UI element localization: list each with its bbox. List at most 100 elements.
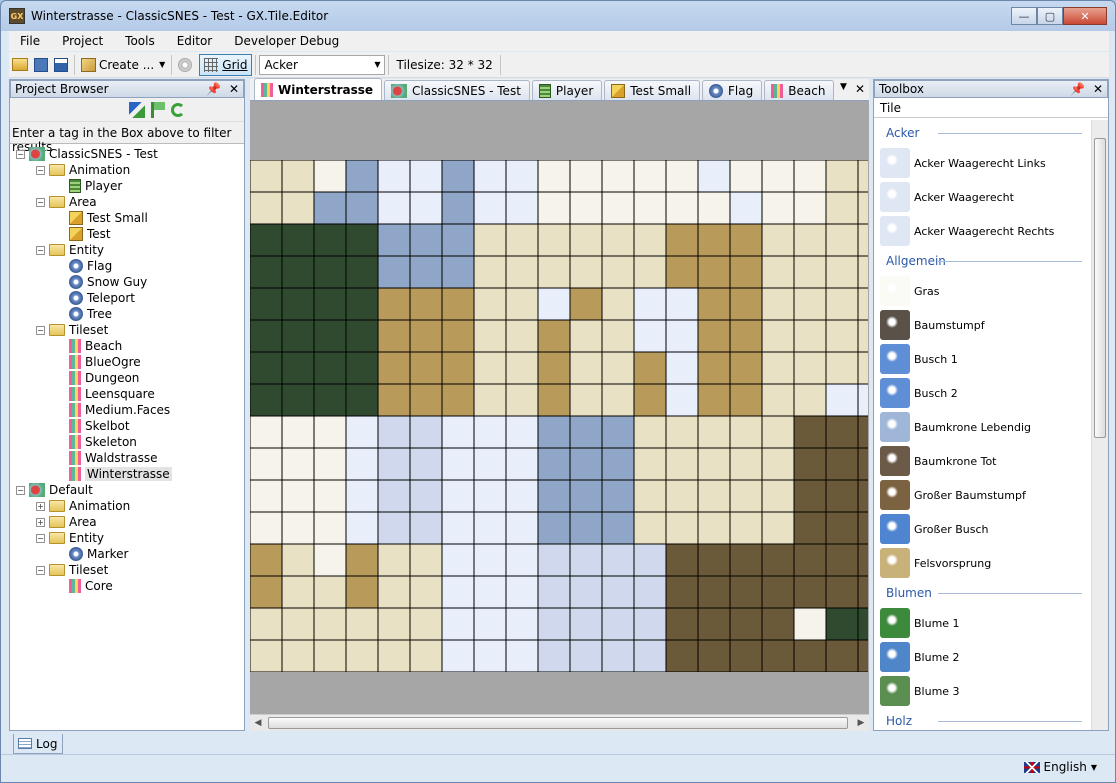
tile-cell[interactable]	[313, 160, 347, 193]
tile-cell[interactable]	[729, 383, 763, 417]
tile-cell[interactable]	[313, 255, 347, 289]
tile-cell[interactable]	[825, 255, 859, 289]
tree-item[interactable]: − Animation	[10, 162, 244, 178]
tree-item[interactable]: Dungeon	[10, 370, 244, 386]
tile-cell[interactable]	[537, 639, 571, 672]
tile-cell[interactable]	[537, 607, 571, 641]
tile-cell[interactable]	[537, 223, 571, 257]
tileset-grid[interactable]	[250, 160, 868, 672]
tile-cell[interactable]	[729, 575, 763, 609]
tree-item[interactable]: + Area	[10, 514, 244, 530]
tile-cell[interactable]	[409, 287, 443, 321]
scroll-left-icon[interactable]: ◀	[250, 718, 266, 728]
tile-cell[interactable]	[633, 383, 667, 417]
collapse-icon[interactable]: −	[36, 565, 45, 575]
tile-cell[interactable]	[377, 351, 411, 385]
tile-cell[interactable]	[441, 479, 475, 513]
tile-cell[interactable]	[633, 415, 667, 449]
tile-cell[interactable]	[729, 415, 763, 449]
tile-cell[interactable]	[409, 383, 443, 417]
tile-cell[interactable]	[569, 479, 603, 513]
tile-cell[interactable]	[345, 351, 379, 385]
tile-cell[interactable]	[761, 543, 795, 577]
tile-cell[interactable]	[537, 383, 571, 417]
tile-cell[interactable]	[377, 607, 411, 641]
tile-cell[interactable]	[377, 160, 411, 193]
tile-cell[interactable]	[665, 511, 699, 545]
tile-cell[interactable]	[537, 511, 571, 545]
editor-tab[interactable]: Player	[531, 80, 603, 100]
horizontal-scrollbar[interactable]: ◀ ▶	[250, 714, 869, 731]
tile-cell[interactable]	[697, 287, 731, 321]
tile-cell[interactable]	[313, 447, 347, 481]
refresh-icon[interactable]	[171, 102, 185, 117]
tile-cell[interactable]	[313, 383, 347, 417]
tile-cell[interactable]	[409, 319, 443, 353]
tile-cell[interactable]	[569, 160, 603, 193]
tile-cell[interactable]	[377, 639, 411, 672]
tile-cell[interactable]	[473, 383, 507, 417]
tile-cell[interactable]	[250, 607, 283, 641]
tile-cell[interactable]	[729, 319, 763, 353]
tile-cell[interactable]	[729, 543, 763, 577]
tile-cell[interactable]	[825, 160, 859, 193]
tile-cell[interactable]	[665, 319, 699, 353]
tile-cell[interactable]	[601, 160, 635, 193]
tile-cell[interactable]	[793, 479, 827, 513]
tile-cell[interactable]	[761, 447, 795, 481]
tile-cell[interactable]	[825, 223, 859, 257]
tile-cell[interactable]	[633, 351, 667, 385]
tile-cell[interactable]	[345, 543, 379, 577]
log-tab[interactable]: Log	[13, 734, 63, 754]
tile-cell[interactable]	[345, 319, 379, 353]
tile-cell[interactable]	[697, 639, 731, 672]
menu-file[interactable]: File	[9, 34, 51, 48]
toolbox-group-header[interactable]: Allgemein	[874, 248, 1092, 274]
tile-cell[interactable]	[601, 255, 635, 289]
tile-cell[interactable]	[441, 543, 475, 577]
disabled-action-button[interactable]	[175, 54, 195, 76]
tile-cell[interactable]	[505, 479, 539, 513]
tile-cell[interactable]	[313, 607, 347, 641]
tile-cell[interactable]	[633, 639, 667, 672]
tile-cell[interactable]	[441, 447, 475, 481]
tile-cell[interactable]	[377, 191, 411, 225]
tile-cell[interactable]	[473, 639, 507, 672]
tile-cell[interactable]	[793, 287, 827, 321]
collapse-icon[interactable]: −	[16, 149, 25, 159]
tile-cell[interactable]	[409, 511, 443, 545]
tile-cell[interactable]	[857, 575, 868, 609]
tile-cell[interactable]	[665, 415, 699, 449]
tile-cell[interactable]	[537, 479, 571, 513]
tile-cell[interactable]	[441, 639, 475, 672]
tile-cell[interactable]	[825, 575, 859, 609]
tile-cell[interactable]	[825, 607, 859, 641]
close-window-button[interactable]: ✕	[1063, 7, 1107, 25]
tile-cell[interactable]	[633, 511, 667, 545]
tile-cell[interactable]	[665, 607, 699, 641]
tile-cell[interactable]	[665, 287, 699, 321]
menu-project[interactable]: Project	[51, 34, 114, 48]
editor-tab[interactable]: Test Small	[604, 80, 701, 100]
tile-cell[interactable]	[633, 479, 667, 513]
tile-cell[interactable]	[601, 447, 635, 481]
tile-cell[interactable]	[250, 511, 283, 545]
flag-filter-icon[interactable]	[151, 101, 165, 118]
toolbox-item[interactable]: Acker Waagerecht Rechts	[874, 214, 1092, 248]
tile-cell[interactable]	[857, 511, 868, 545]
tile-cell[interactable]	[665, 351, 699, 385]
pin-icon[interactable]: 📌	[1070, 82, 1085, 96]
tile-cell[interactable]	[697, 575, 731, 609]
tile-cell[interactable]	[505, 639, 539, 672]
tile-cell[interactable]	[537, 287, 571, 321]
tile-cell[interactable]	[569, 543, 603, 577]
tile-cell[interactable]	[793, 607, 827, 641]
tile-cell[interactable]	[569, 639, 603, 672]
tile-cell[interactable]	[825, 479, 859, 513]
tile-cell[interactable]	[441, 160, 475, 193]
tile-cell[interactable]	[825, 543, 859, 577]
tile-cell[interactable]	[313, 351, 347, 385]
tile-cell[interactable]	[281, 383, 315, 417]
tree-item[interactable]: − ClassicSNES - Test	[10, 146, 244, 162]
tile-cell[interactable]	[601, 223, 635, 257]
